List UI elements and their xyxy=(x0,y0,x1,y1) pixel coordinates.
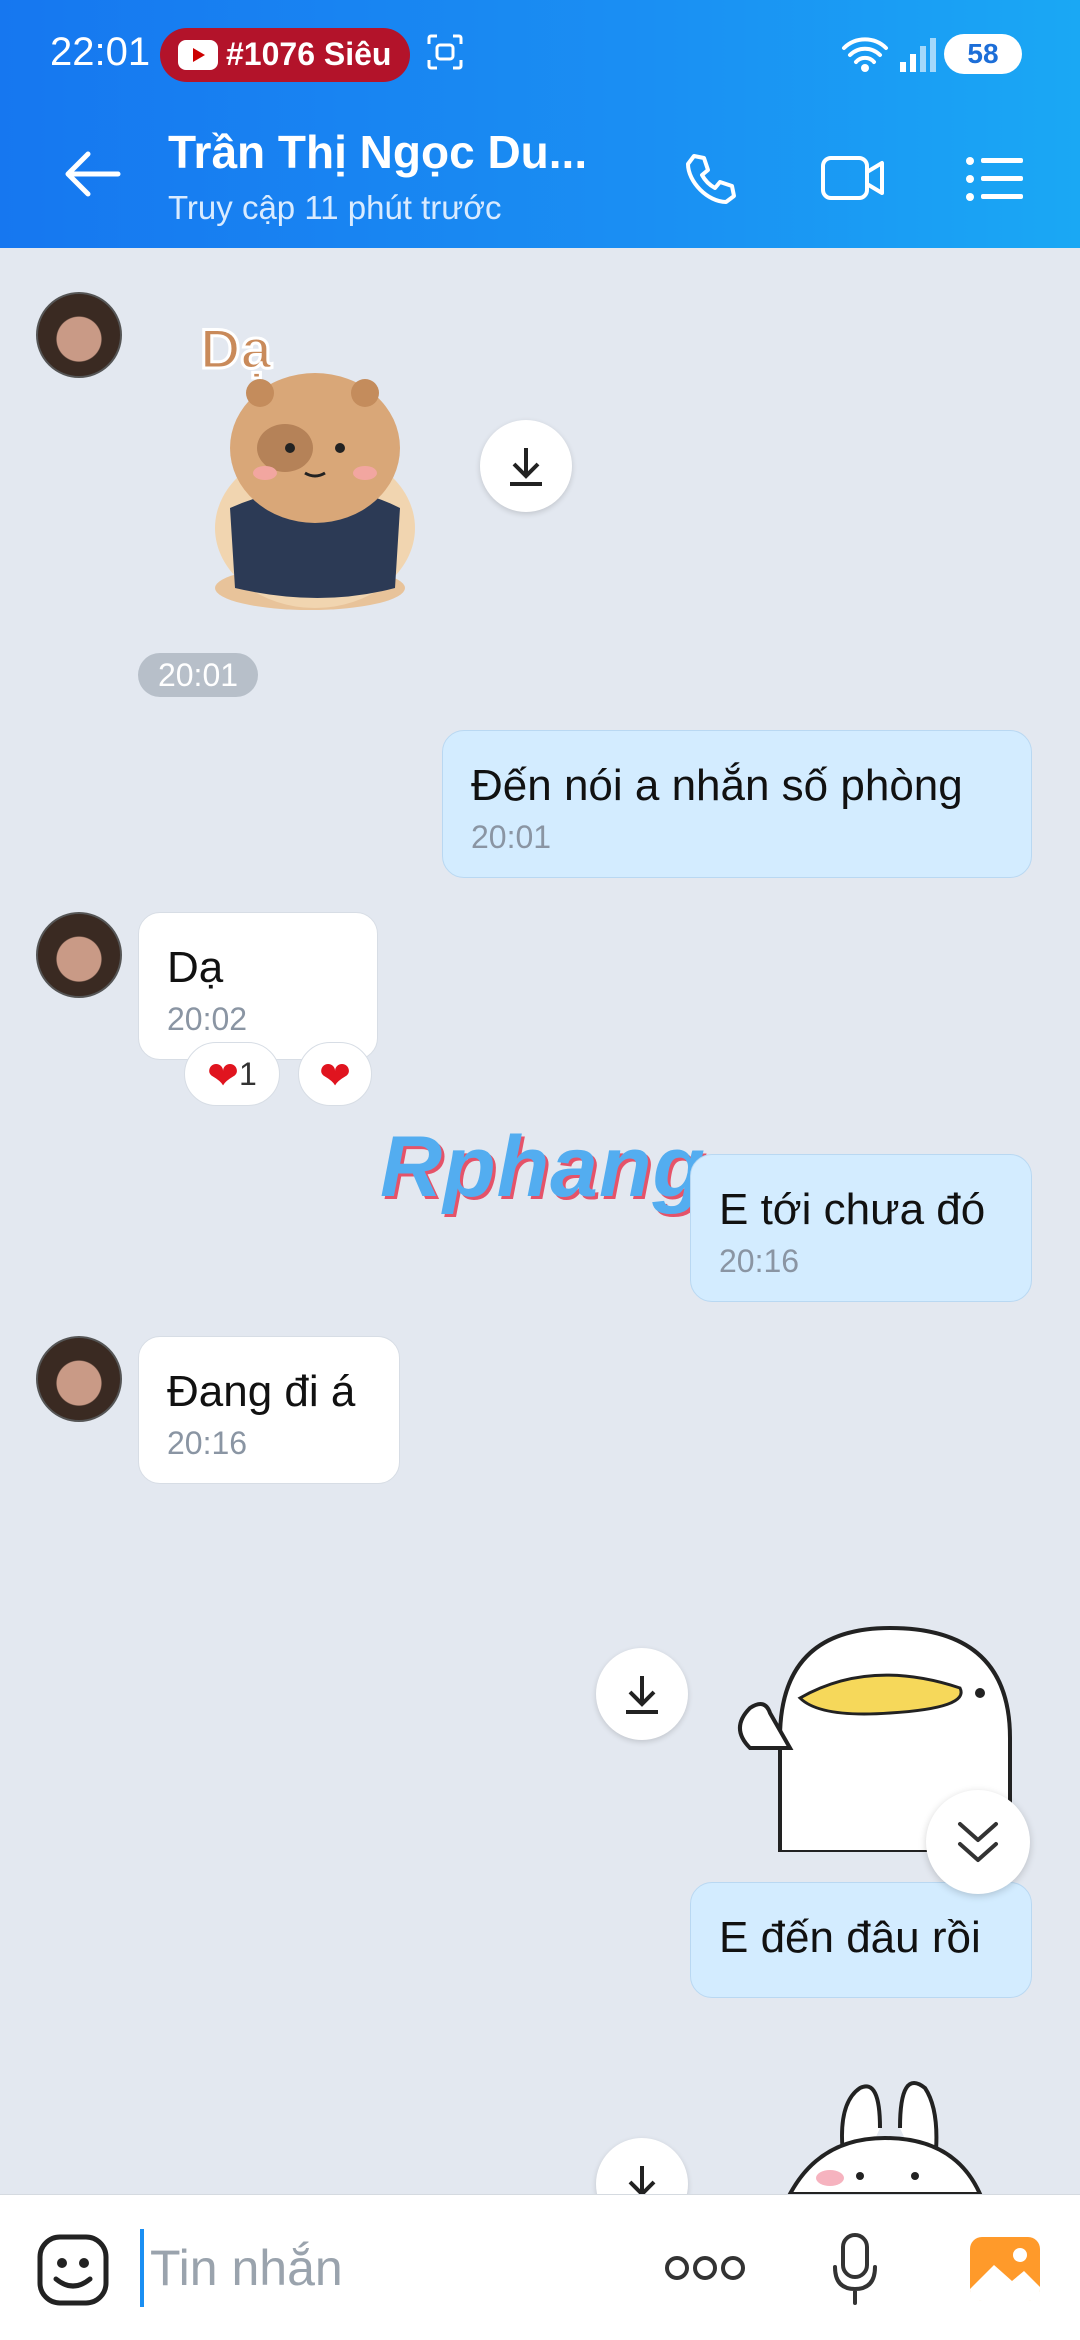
outgoing-message[interactable]: Đến nói a nhắn số phòng 20:01 xyxy=(442,730,1032,878)
outgoing-message[interactable]: E đến đâu rồi xyxy=(690,1882,1032,1998)
youtube-notification-pill[interactable]: #1076 Siêu xyxy=(160,28,410,82)
hamster-sticker[interactable]: Dạ xyxy=(170,298,440,628)
scroll-to-bottom-button[interactable] xyxy=(926,1790,1030,1894)
message-time: 20:16 xyxy=(719,1243,800,1279)
menu-list-icon[interactable] xyxy=(965,156,1025,202)
outgoing-message[interactable]: E tới chưa đó 20:16 xyxy=(690,1154,1032,1302)
contact-avatar[interactable] xyxy=(36,1336,122,1422)
bunny-sticker[interactable] xyxy=(780,2068,990,2194)
message-text: E đến đâu rồi xyxy=(719,1913,981,1962)
message-text: Đến nói a nhắn số phòng xyxy=(471,761,963,810)
download-button[interactable] xyxy=(480,420,572,512)
reaction-count[interactable]: ❤1 xyxy=(184,1042,280,1106)
notification-text: #1076 Siêu xyxy=(226,36,392,72)
download-icon xyxy=(510,448,542,486)
contact-avatar[interactable] xyxy=(36,292,122,378)
add-reaction-button[interactable]: ❤ xyxy=(298,1042,372,1106)
photo-gallery-icon[interactable] xyxy=(968,2235,1042,2303)
wifi-icon xyxy=(842,37,888,72)
watermark-logo: Rphang xyxy=(380,1119,707,1215)
sticker-timestamp: 20:01 xyxy=(138,653,258,697)
message-text: Dạ xyxy=(167,943,224,992)
back-arrow-icon[interactable] xyxy=(62,148,122,200)
message-input[interactable]: Tin nhắn xyxy=(140,2229,640,2307)
download-button[interactable] xyxy=(596,2138,688,2194)
screen-capture-icon xyxy=(427,34,463,70)
video-call-icon[interactable] xyxy=(820,152,886,204)
microphone-icon[interactable] xyxy=(830,2231,880,2307)
more-options-icon[interactable] xyxy=(664,2253,746,2283)
last-seen-status: Truy cập 11 phút trước xyxy=(168,189,502,226)
message-time: 20:02 xyxy=(167,1001,248,1037)
status-time: 22:01 xyxy=(50,30,151,74)
heart-icon: ❤ xyxy=(207,1055,240,1098)
message-text: E tới chưa đó xyxy=(719,1185,986,1234)
download-icon xyxy=(626,1676,658,1714)
message-list[interactable]: Dạ 20:01 Đến nói a nhắn số phòng 20:01 D… xyxy=(0,248,1080,2194)
youtube-icon xyxy=(178,40,218,70)
signal-icon xyxy=(900,38,936,72)
download-button[interactable] xyxy=(596,1648,688,1740)
incoming-message[interactable]: Đang đi á 20:16 xyxy=(138,1336,400,1484)
message-composer: Tin nhắn xyxy=(0,2194,1080,2340)
message-time: 20:16 xyxy=(167,1425,248,1461)
contact-avatar[interactable] xyxy=(36,912,122,998)
message-text: Đang đi á xyxy=(167,1367,356,1416)
double-chevron-down-icon xyxy=(958,1822,998,1862)
chat-header: 22:01 #1076 Siêu 58 Trần Thị Ngọc Du... … xyxy=(0,0,1080,248)
emoji-sticker-icon[interactable] xyxy=(36,2233,110,2307)
message-time: 20:01 xyxy=(471,819,552,855)
status-bar: 22:01 #1076 Siêu 58 xyxy=(0,0,1080,110)
svg-text:Dạ: Dạ xyxy=(200,317,272,380)
battery-indicator: 58 xyxy=(944,34,1022,74)
contact-name[interactable]: Trần Thị Ngọc Du... xyxy=(168,125,588,179)
incoming-message[interactable]: Dạ 20:02 xyxy=(138,912,378,1060)
phone-call-icon[interactable] xyxy=(680,150,740,210)
heart-icon: ❤ xyxy=(319,1055,351,1098)
download-icon xyxy=(628,2166,656,2194)
